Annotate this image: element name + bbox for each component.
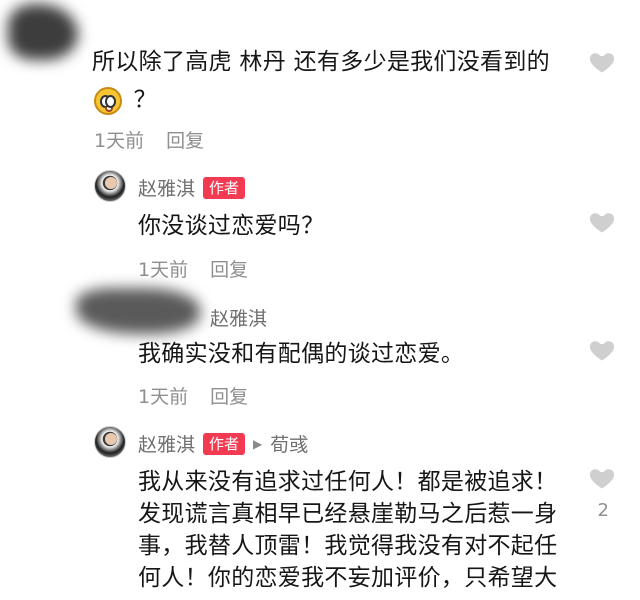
blurred-avatar	[8, 4, 78, 60]
author-name[interactable]: 赵雅淇	[138, 430, 195, 457]
avatar[interactable]	[94, 170, 126, 202]
comment-1-meta: 1天前 回复	[94, 126, 204, 153]
like-heart-icon[interactable]	[588, 48, 616, 76]
author-row: 赵雅淇 作者 ▶ 荀彧	[138, 430, 308, 457]
smiling-face-icon	[94, 86, 122, 115]
comment-3-meta: 1天前 回复	[138, 382, 248, 409]
author-name[interactable]: 赵雅淇	[138, 174, 195, 201]
comment-2-meta: 1天前 回复	[138, 255, 248, 282]
comment-4-text: 我从来没有追求过任何人！都是被追求！ 发现谎言真相早已经悬崖勒马之后惹一身 事，…	[138, 466, 588, 594]
comment-3-text: 我确实没和有配偶的谈过恋爱。	[138, 341, 465, 367]
reply-target-name[interactable]: 赵雅淇	[210, 304, 267, 331]
timestamp: 1天前	[138, 259, 189, 281]
blurred-username	[76, 288, 200, 334]
like-heart-icon[interactable]	[588, 464, 616, 492]
reply-arrow-icon: ▶	[253, 436, 263, 451]
author-row: 赵雅淇 作者	[138, 174, 246, 201]
like-heart-icon[interactable]	[588, 336, 616, 364]
reply-button[interactable]: 回复	[210, 382, 248, 409]
reply-target-name[interactable]: 荀彧	[270, 430, 308, 457]
comment-4-line-1: 我从来没有追求过任何人！都是被追求！	[138, 469, 558, 495]
reply-target-row: 赵雅淇	[210, 304, 267, 331]
reply-button[interactable]: 回复	[166, 126, 204, 153]
avatar[interactable]	[94, 426, 126, 458]
reply-button[interactable]: 回复	[210, 255, 248, 282]
author-badge: 作者	[203, 176, 246, 199]
comment-1-text: 所以除了高虎 林丹 还有多少是我们没看到的	[92, 49, 550, 75]
like-heart-icon[interactable]	[588, 208, 616, 236]
comment-2-text: 你没谈过恋爱吗？	[138, 213, 325, 239]
timestamp: 1天前	[94, 130, 145, 152]
comment-4-line-3: 事，我替人顶雷！我觉得我没有对不起任	[138, 533, 558, 559]
author-badge: 作者	[203, 432, 246, 455]
comment-1-text-line2: ？	[94, 84, 157, 116]
comment-4-line-4: 何人！你的恋爱我不妄加评价，只希望大	[138, 565, 558, 591]
like-count: 2	[597, 500, 609, 521]
timestamp: 1天前	[138, 386, 189, 408]
comment-4-line-2: 发现谎言真相早已经悬崖勒马之后惹一身	[138, 501, 558, 527]
